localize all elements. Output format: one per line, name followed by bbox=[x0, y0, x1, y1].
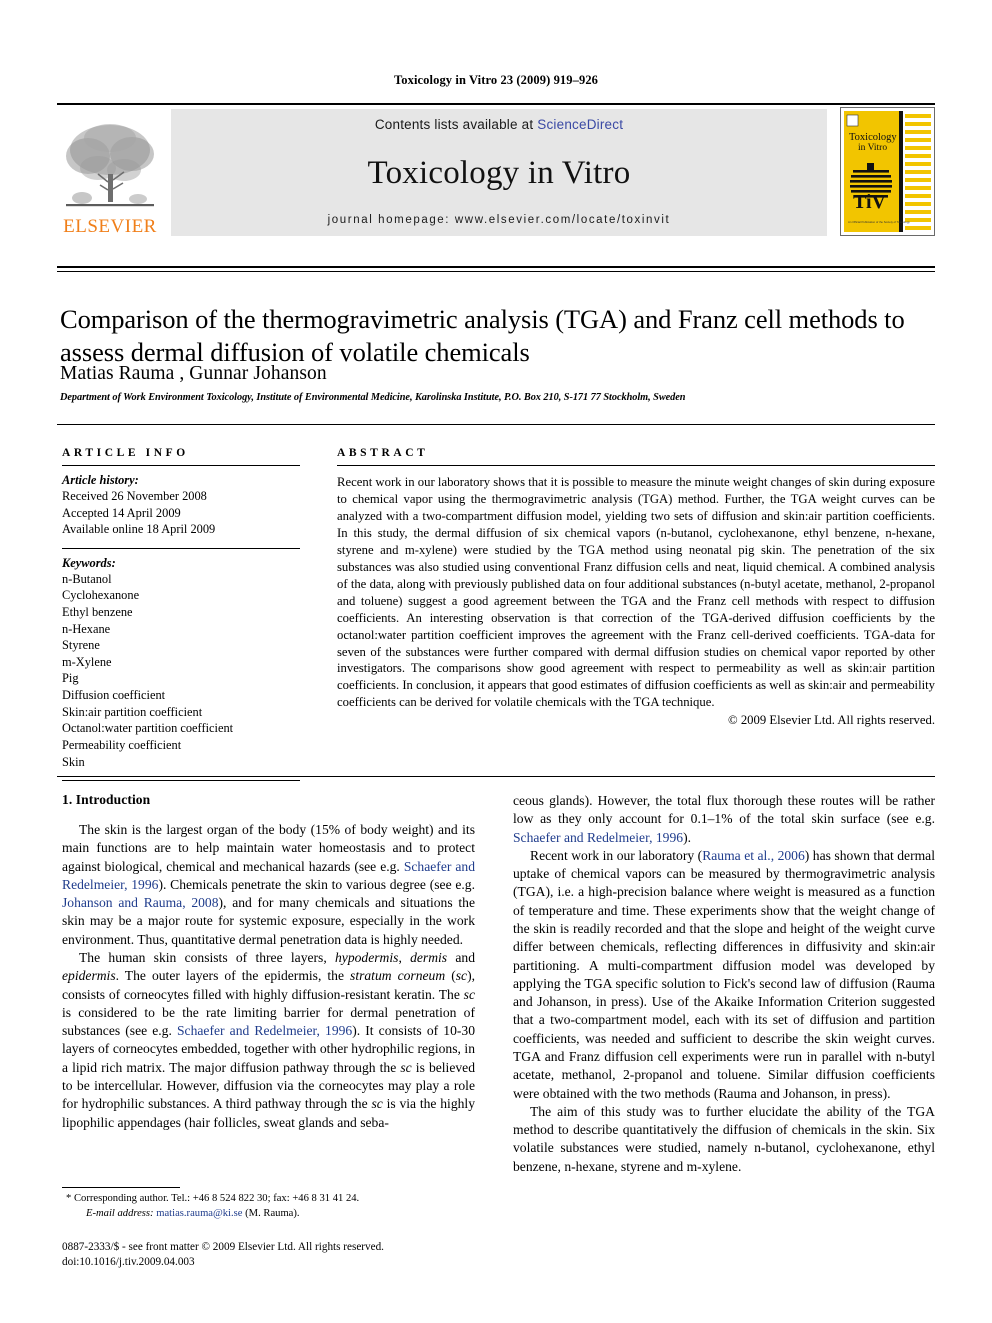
article-history-label: Article history: bbox=[62, 473, 139, 487]
body-column-left: 1. Introduction The skin is the largest … bbox=[62, 792, 475, 1132]
paragraph-part: and bbox=[447, 949, 475, 965]
keywords-rule-top bbox=[62, 547, 300, 549]
term-sc: sc bbox=[463, 986, 475, 1002]
sciencedirect-link[interactable]: ScienceDirect bbox=[537, 117, 623, 132]
paragraph: ceous glands). However, the total flux t… bbox=[513, 792, 935, 847]
authors-text: Matias Rauma , Gunnar Johanson bbox=[60, 363, 327, 384]
body-column-right: ceous glands). However, the total flux t… bbox=[513, 792, 935, 1176]
abstract-heading: ABSTRACT bbox=[337, 447, 429, 459]
paragraph-part: The human skin consists of three layers, bbox=[79, 949, 335, 965]
email-label: E-mail address: bbox=[86, 1207, 154, 1219]
elsevier-tree-icon bbox=[66, 124, 154, 207]
keyword-item: Octanol:water partition coefficient bbox=[62, 721, 234, 736]
keyword-item: Permeability coefficient bbox=[62, 737, 182, 752]
abstract-rule bbox=[337, 465, 935, 466]
keyword-item: Skin bbox=[62, 754, 85, 769]
keyword-item: Skin:air partition coefficient bbox=[62, 704, 203, 719]
journal-cover-image: Toxicology in Vitro TiV An Official Publ… bbox=[841, 108, 934, 235]
footnote-rule bbox=[62, 1187, 180, 1188]
paragraph-part: ceous glands). However, the total flux t… bbox=[513, 793, 935, 827]
paragraph-part: ). Chemicals penetrate the skin to vario… bbox=[158, 876, 475, 892]
paragraph-part: ) has shown that dermal uptake of chemic… bbox=[513, 847, 935, 1101]
email-link[interactable]: matias.rauma@ki.se bbox=[156, 1208, 242, 1219]
term-sc: sc bbox=[400, 1059, 412, 1075]
email-note: E-mail address: matias.rauma@ki.se (M. R… bbox=[62, 1207, 475, 1222]
paragraph: The aim of this study was to further elu… bbox=[513, 1103, 935, 1174]
contents-prefix: Contents lists available at bbox=[374, 117, 538, 132]
keyword-item: Styrene bbox=[62, 638, 100, 653]
citation-link[interactable]: Johanson and Rauma, 2008 bbox=[62, 895, 219, 910]
divider-above-title bbox=[57, 266, 935, 268]
doi-line: doi:10.1016/j.tiv.2009.04.003 bbox=[62, 1256, 195, 1269]
journal-homepage-link[interactable]: journal homepage: www.elsevier.com/locat… bbox=[328, 214, 671, 226]
svg-text:TiV: TiV bbox=[853, 191, 887, 213]
paragraph-part: ). bbox=[683, 829, 691, 845]
journal-cover-thumbnail: Toxicology in Vitro TiV An Official Publ… bbox=[840, 107, 935, 236]
svg-text:Toxicology: Toxicology bbox=[849, 132, 897, 143]
article-info-block: ARTICLE INFO Article history: Received 2… bbox=[62, 447, 300, 782]
article-info-rule bbox=[62, 465, 300, 466]
journal-title: Toxicology in Vitro bbox=[367, 154, 631, 191]
colophon: 0887-2333/$ - see front matter © 2009 El… bbox=[62, 1240, 532, 1270]
citation-link[interactable]: Schaefer and Redelmeier, 1996 bbox=[513, 830, 683, 845]
elsevier-wordmark: ELSEVIER bbox=[63, 216, 157, 237]
divider-below-abstract bbox=[57, 776, 935, 777]
abstract-copyright: © 2009 Elsevier Ltd. All rights reserved… bbox=[728, 713, 935, 728]
corresponding-author-note: * Corresponding author. Tel.: +46 8 524 … bbox=[62, 1192, 475, 1207]
paragraph-part: . The outer layers of the epidermis, the bbox=[115, 968, 351, 984]
email-suffix: (M. Rauma). bbox=[242, 1207, 300, 1219]
journal-banner: Contents lists available at ScienceDirec… bbox=[171, 109, 827, 236]
term-sc: sc bbox=[455, 968, 468, 984]
running-head: Toxicology in Vitro 23 (2009) 919–926 bbox=[393, 73, 599, 87]
keyword-item: m-Xylene bbox=[62, 654, 112, 669]
keyword-item: n-Hexane bbox=[62, 621, 111, 636]
term-sc: sc bbox=[371, 1096, 383, 1112]
svg-text:An Official Publication of the: An Official Publication of the Society o… bbox=[848, 220, 910, 224]
paragraph: The human skin consists of three layers,… bbox=[62, 949, 475, 1132]
citation-link[interactable]: Schaefer and Redelmeier, 1996 bbox=[177, 1023, 352, 1038]
term-stratum-corneum: stratum corneum bbox=[350, 968, 446, 984]
contents-list-line: Contents lists available at ScienceDirec… bbox=[375, 117, 623, 132]
history-accepted: Accepted 14 April 2009 bbox=[62, 505, 181, 520]
term-dermis: dermis bbox=[410, 949, 448, 965]
divider-below-affiliation bbox=[57, 424, 935, 425]
keyword-list: n-Butanol Cyclohexanone Ethyl benzene n-… bbox=[62, 571, 300, 770]
section-heading-introduction: 1. Introduction bbox=[62, 792, 151, 807]
page-title: Comparison of the thermogravimetric anal… bbox=[60, 303, 905, 368]
footnote-asterisk: * bbox=[66, 1193, 72, 1204]
keywords-rule-bottom bbox=[62, 780, 300, 782]
history-available: Available online 18 April 2009 bbox=[62, 522, 216, 537]
abstract-text: Recent work in our laboratory shows that… bbox=[337, 475, 935, 710]
article-info-heading: ARTICLE INFO bbox=[62, 447, 189, 459]
affiliation: Department of Work Environment Toxicolog… bbox=[60, 392, 686, 403]
paragraph: Recent work in our laboratory (Rauma et … bbox=[513, 847, 935, 1103]
term-epidermis: epidermis bbox=[62, 968, 116, 984]
keyword-item: Ethyl benzene bbox=[62, 605, 133, 620]
author-list: Matias Rauma , Gunnar Johanson bbox=[60, 363, 910, 385]
paragraph-part: ( bbox=[445, 968, 456, 984]
paragraph-part: Recent work in our laboratory ( bbox=[530, 847, 703, 863]
corresponding-author-text: Corresponding author. Tel.: +46 8 524 82… bbox=[73, 1193, 360, 1204]
abstract-block: ABSTRACT Recent work in our laboratory s… bbox=[337, 447, 935, 728]
keyword-item: n-Butanol bbox=[62, 571, 112, 586]
keywords-label: Keywords: bbox=[62, 555, 116, 570]
keyword-item: Pig bbox=[62, 671, 79, 686]
journal-masthead: ELSEVIER Contents lists available at Sci… bbox=[57, 103, 935, 237]
svg-text:in Vitro: in Vitro bbox=[858, 143, 887, 153]
paragraph: The skin is the largest organ of the bod… bbox=[62, 821, 475, 949]
history-received: Received 26 November 2008 bbox=[62, 489, 207, 503]
issn-line: 0887-2333/$ - see front matter © 2009 El… bbox=[62, 1241, 384, 1253]
term-hypodermis: hypodermis bbox=[335, 949, 399, 965]
journal-article-page: Toxicology in Vitro 23 (2009) 919–926 EL… bbox=[0, 0, 992, 1323]
keyword-item: Diffusion coefficient bbox=[62, 688, 166, 703]
elsevier-logo: ELSEVIER bbox=[57, 109, 163, 236]
divider-above-title-thin bbox=[57, 271, 935, 272]
paragraph-part: , bbox=[398, 949, 411, 965]
citation-link[interactable]: Rauma et al., 2006 bbox=[702, 848, 805, 863]
footnote-block: * Corresponding author. Tel.: +46 8 524 … bbox=[62, 1187, 475, 1222]
keyword-item: Cyclohexanone bbox=[62, 588, 140, 603]
